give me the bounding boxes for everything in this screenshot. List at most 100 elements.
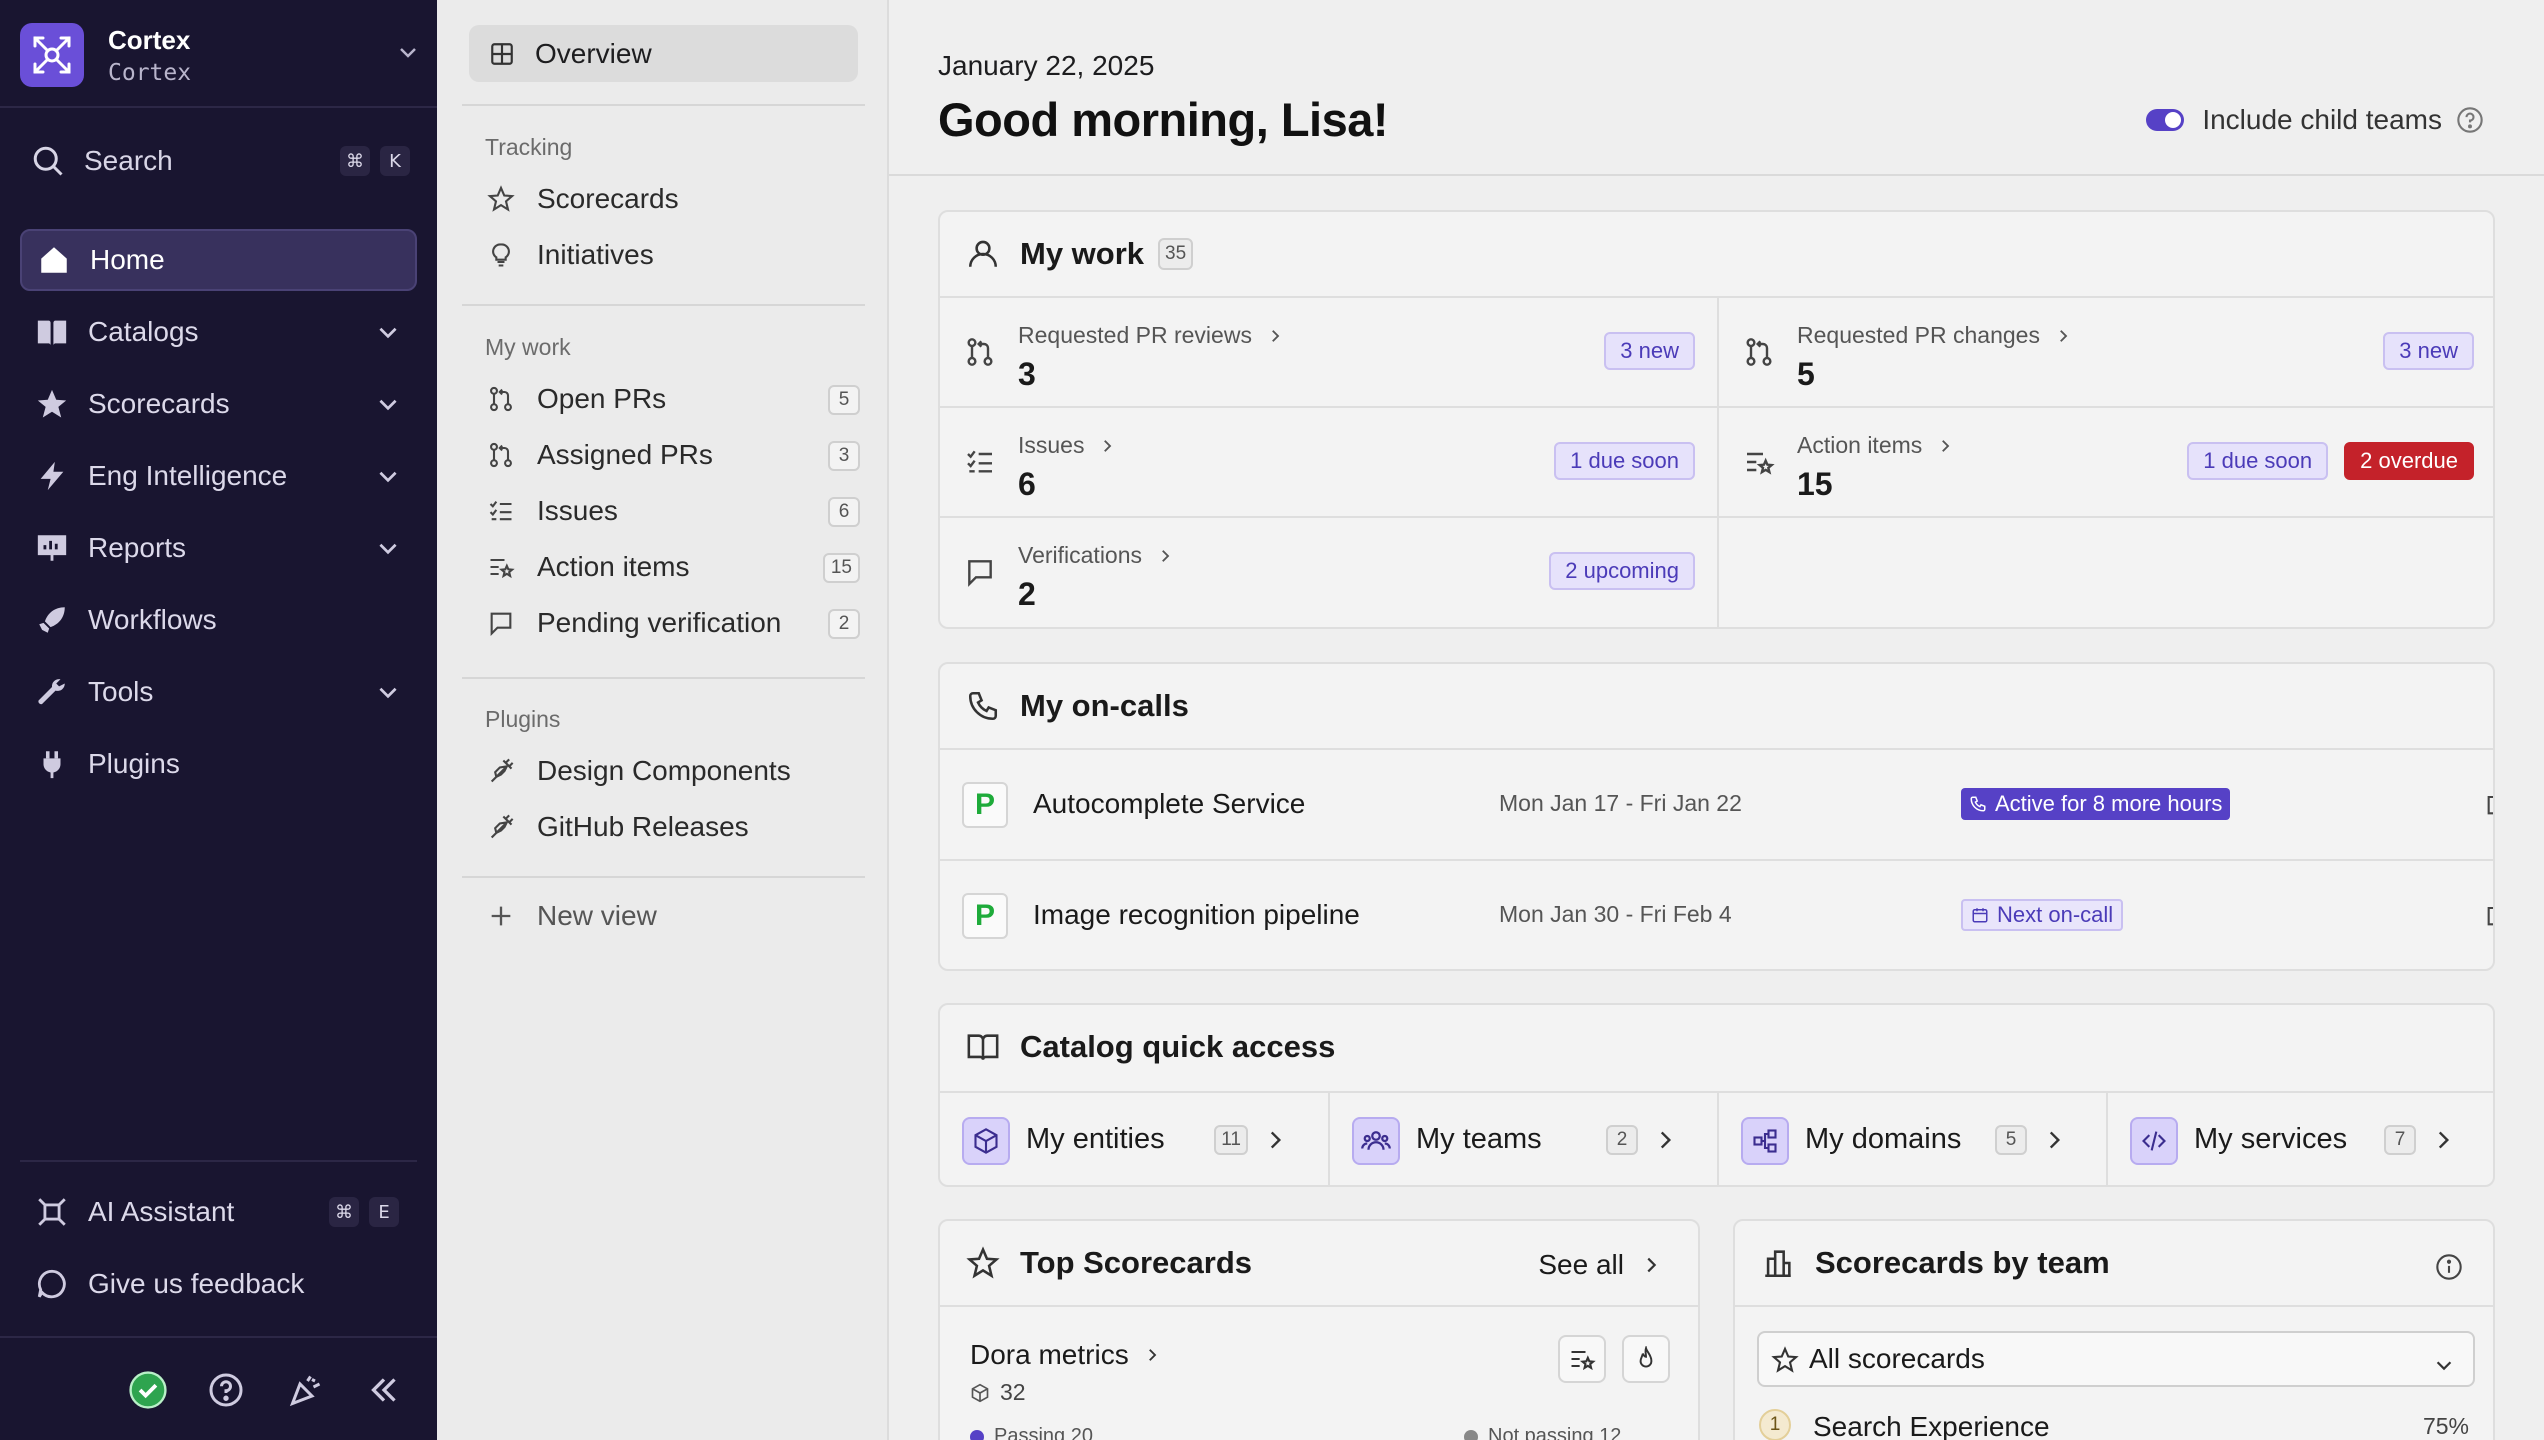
oncall-status-text: Active for 8 more hours (1995, 791, 2223, 816)
oncall-row[interactable]: P Autocomplete Service Mon Jan 17 - Fri … (940, 750, 2493, 860)
subnav-item-pending-verification[interactable]: Pending verification 2 (485, 601, 860, 645)
ai-assistant-button[interactable]: AI Assistant ⌘ E (20, 1181, 417, 1243)
nav-item-scorecards[interactable]: Scorecards (20, 373, 417, 435)
quick-access-my-teams[interactable]: My teams 2 (1330, 1093, 1718, 1185)
org-switcher[interactable]: Cortex Cortex (20, 22, 420, 88)
chevron-down-icon[interactable] (375, 679, 401, 712)
team-icon (1352, 1117, 1400, 1165)
card-title: Catalog quick access (966, 1025, 1335, 1069)
count-badge: 3 (828, 441, 860, 471)
divider (462, 876, 865, 878)
passing-count: 20 (1070, 1425, 1093, 1440)
collapse-sidebar-icon[interactable] (364, 1370, 404, 1410)
quick-access-my-domains[interactable]: My domains 5 (1719, 1093, 2107, 1185)
shortcut-key: K (380, 146, 410, 176)
help-icon[interactable] (206, 1370, 246, 1410)
include-child-teams-toggle[interactable] (2146, 109, 2185, 131)
nav-item-home[interactable]: Home (20, 229, 417, 291)
cube-icon (962, 1117, 1010, 1165)
requested-pr-changes-cell[interactable]: Requested PR changes 5 3 new (1719, 296, 2493, 406)
chevron-down-icon[interactable] (375, 535, 401, 568)
shortcut-key: ⌘ (340, 146, 370, 176)
subnav-item-assigned-prs[interactable]: Assigned PRs 3 (485, 433, 860, 477)
nav-item-label: Tools (88, 676, 154, 707)
chevron-down-icon[interactable] (375, 463, 401, 496)
feedback-label: Give us feedback (88, 1268, 305, 1299)
nav-item-plugins[interactable]: Plugins (20, 733, 417, 795)
checklist-icon (964, 446, 996, 483)
see-all-link[interactable]: See all (1538, 1249, 1662, 1281)
search-button[interactable]: Search ⌘ K (30, 138, 410, 184)
chevron-right-icon (1098, 437, 1116, 455)
card-title: Scorecards by team (1761, 1241, 2110, 1285)
external-link-icon[interactable] (2484, 790, 2493, 823)
chevron-right-icon (1652, 1127, 1678, 1158)
requested-pr-reviews-cell[interactable]: Requested PR reviews 3 3 new (940, 296, 1717, 406)
nav-item-workflows[interactable]: Workflows (20, 589, 417, 651)
wrench-icon (32, 672, 72, 712)
chevron-down-icon[interactable] (375, 319, 401, 352)
cube-icon (970, 1383, 990, 1403)
subnav-item-open-prs[interactable]: Open PRs 5 (485, 377, 860, 421)
subnav-item-github-releases[interactable]: GitHub Releases (485, 805, 860, 849)
quick-access-label: My teams (1416, 1123, 1542, 1155)
count-badge: 7 (2384, 1125, 2416, 1155)
count-badge: 6 (828, 497, 860, 527)
info-icon[interactable] (2435, 1253, 2463, 1286)
subnav-item-design-components[interactable]: Design Components (485, 749, 860, 793)
chevron-right-icon (1266, 327, 1284, 345)
code-icon (2130, 1117, 2178, 1165)
section-header: Plugins (485, 706, 561, 732)
team-score-percent: 75% (2422, 1413, 2469, 1439)
flame-icon[interactable] (1622, 1335, 1670, 1383)
action-items-cell[interactable]: Action items 15 1 due soon 2 overdue (1719, 406, 2493, 516)
verifications-cell[interactable]: Verifications 2 2 upcoming (940, 516, 1717, 626)
nav-item-catalogs[interactable]: Catalogs (20, 301, 417, 363)
chevron-down-icon (396, 40, 420, 69)
buildings-icon (1761, 1246, 1795, 1280)
chevron-down-icon[interactable] (375, 391, 401, 424)
help-icon[interactable] (2456, 106, 2484, 134)
by-team-title: Scorecards by team (1815, 1245, 2110, 1280)
action-items-button[interactable] (1558, 1335, 1606, 1383)
scorecard-link[interactable]: Dora metrics (970, 1339, 1161, 1371)
nav-item-eng-intelligence[interactable]: Eng Intelligence (20, 445, 417, 507)
divider (462, 304, 865, 306)
subnav-item-label: Issues (537, 495, 618, 526)
list-star-icon (485, 551, 517, 583)
scorecard-select[interactable]: All scorecards (1757, 1331, 2475, 1387)
new-view-button[interactable]: New view (485, 894, 860, 938)
issues-cell[interactable]: Issues 6 1 due soon (940, 406, 1717, 516)
subnav-item-action-items[interactable]: Action items 15 (485, 545, 860, 589)
top-scorecards-title: Top Scorecards (1020, 1245, 1253, 1280)
secondary-sidebar: Overview Tracking Scorecards Initiatives… (437, 0, 889, 1440)
subnav-overview[interactable]: Overview (469, 25, 858, 82)
chevron-right-icon (1262, 1127, 1288, 1158)
status-badge: 1 due soon (1554, 442, 1695, 480)
oncall-status-badge: Next on-call (1961, 899, 2124, 931)
cell-label: Action items (1797, 432, 1923, 458)
subnav-item-label: Pending verification (537, 607, 782, 638)
count-badge: 5 (1995, 1125, 2027, 1155)
external-link-icon[interactable] (2484, 901, 2493, 934)
divider (940, 1305, 1698, 1307)
status-badge: 3 new (2383, 332, 2474, 370)
new-view-label: New view (537, 900, 657, 931)
subnav-item-issues[interactable]: Issues 6 (485, 489, 860, 533)
nav-item-tools[interactable]: Tools (20, 661, 417, 723)
domain-icon (1741, 1117, 1789, 1165)
search-label: Search (84, 145, 173, 176)
cell-value: 2 (1018, 576, 1036, 612)
nav-item-reports[interactable]: Reports (20, 517, 417, 579)
party-popper-icon[interactable] (286, 1370, 326, 1410)
status-ok-icon[interactable] (128, 1370, 168, 1410)
cell-value: 15 (1797, 466, 1833, 502)
quick-access-my-services[interactable]: My services 7 (2108, 1093, 2493, 1185)
subnav-item-initiatives[interactable]: Initiatives (485, 233, 860, 277)
quick-access-my-entities[interactable]: My entities 11 (940, 1093, 1328, 1185)
star-outline-icon (966, 1246, 1000, 1280)
subnav-item-scorecards[interactable]: Scorecards (485, 177, 860, 221)
oncall-row[interactable]: P Image recognition pipeline Mon Jan 30 … (940, 861, 2493, 969)
feedback-button[interactable]: Give us feedback (20, 1253, 417, 1315)
catalog-quick-access-card: Catalog quick access My entities 11 My t… (938, 1003, 2495, 1187)
